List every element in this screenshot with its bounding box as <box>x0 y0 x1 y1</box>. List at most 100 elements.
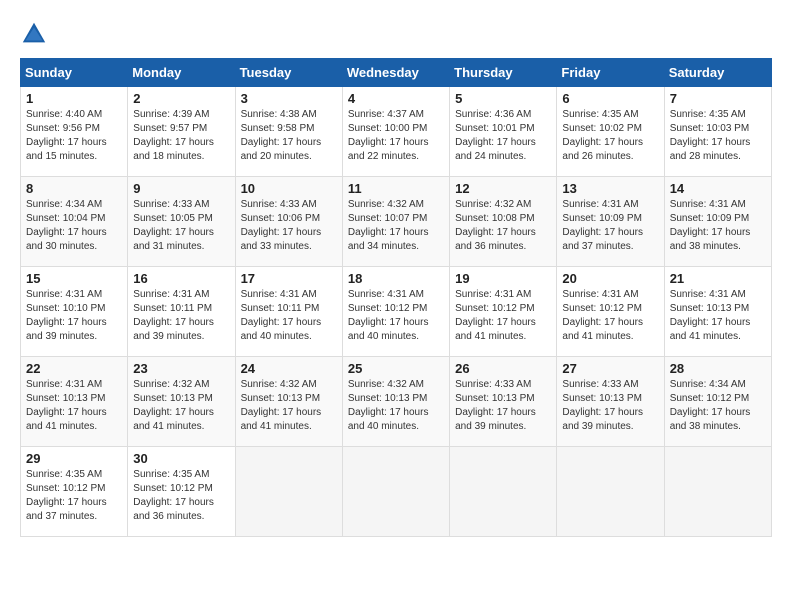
calendar-cell: 30Sunrise: 4:35 AMSunset: 10:12 PMDaylig… <box>128 447 235 537</box>
day-number: 7 <box>670 91 766 106</box>
day-number: 9 <box>133 181 229 196</box>
day-info: Sunrise: 4:35 AMSunset: 10:12 PMDaylight… <box>26 468 122 524</box>
column-header-saturday: Saturday <box>664 59 771 87</box>
calendar-cell <box>342 447 449 537</box>
calendar-cell <box>235 447 342 537</box>
calendar-cell: 2Sunrise: 4:39 AMSunset: 9:57 PMDaylight… <box>128 87 235 177</box>
day-number: 20 <box>562 271 658 286</box>
day-info: Sunrise: 4:31 AMSunset: 10:09 PMDaylight… <box>670 198 766 254</box>
column-header-friday: Friday <box>557 59 664 87</box>
calendar-cell: 24 Sunrise: 4:32 AMSunset: 10:13 PMDaylig… <box>235 357 342 447</box>
logo <box>20 20 52 48</box>
day-info: Sunrise: 4:31 AMSunset: 10:11 PMDaylight… <box>241 288 337 344</box>
day-number: 10 <box>241 181 337 196</box>
day-info: Sunrise: 4:32 AMSunset: 10:07 PMDaylight… <box>348 198 444 254</box>
day-info: Sunrise: 4:34 AMSunset: 10:04 PMDaylight… <box>26 198 122 254</box>
calendar-cell: 14 Sunrise: 4:31 AMSunset: 10:09 PMDaylig… <box>664 177 771 267</box>
calendar-cell: 15 Sunrise: 4:31 AMSunset: 10:10 PMDaylig… <box>21 267 128 357</box>
day-info: Sunrise: 4:32 AMSunset: 10:13 PMDaylight… <box>241 378 337 434</box>
calendar-cell: 5Sunrise: 4:36 AMSunset: 10:01 PMDayligh… <box>450 87 557 177</box>
day-info: Sunrise: 4:31 AMSunset: 10:10 PMDaylight… <box>26 288 122 344</box>
calendar-cell: 13 Sunrise: 4:31 AMSunset: 10:09 PMDaylig… <box>557 177 664 267</box>
calendar-cell: 23 Sunrise: 4:32 AMSunset: 10:13 PMDaylig… <box>128 357 235 447</box>
day-info: Sunrise: 4:31 AMSunset: 10:12 PMDaylight… <box>348 288 444 344</box>
calendar-cell: 10 Sunrise: 4:33 AMSunset: 10:06 PMDaylig… <box>235 177 342 267</box>
calendar-cell: 11 Sunrise: 4:32 AMSunset: 10:07 PMDaylig… <box>342 177 449 267</box>
day-info: Sunrise: 4:33 AMSunset: 10:06 PMDaylight… <box>241 198 337 254</box>
day-number: 18 <box>348 271 444 286</box>
calendar-cell <box>450 447 557 537</box>
calendar-cell: 1 Sunrise: 4:40 AMSunset: 9:56 PMDaylight… <box>21 87 128 177</box>
day-number: 14 <box>670 181 766 196</box>
day-info: Sunrise: 4:31 AMSunset: 10:13 PMDaylight… <box>26 378 122 434</box>
calendar-cell: 20 Sunrise: 4:31 AMSunset: 10:12 PMDaylig… <box>557 267 664 357</box>
logo-icon <box>20 20 48 48</box>
day-number: 23 <box>133 361 229 376</box>
calendar-cell: 7 Sunrise: 4:35 AMSunset: 10:03 PMDayligh… <box>664 87 771 177</box>
day-number: 22 <box>26 361 122 376</box>
day-number: 6 <box>562 91 658 106</box>
day-number: 29 <box>26 451 122 466</box>
day-info: Sunrise: 4:39 AMSunset: 9:57 PMDaylight:… <box>133 108 229 164</box>
calendar-week-row: 1 Sunrise: 4:40 AMSunset: 9:56 PMDaylight… <box>21 87 772 177</box>
day-info: Sunrise: 4:33 AMSunset: 10:05 PMDaylight… <box>133 198 229 254</box>
calendar-cell: 22 Sunrise: 4:31 AMSunset: 10:13 PMDaylig… <box>21 357 128 447</box>
day-number: 25 <box>348 361 444 376</box>
day-number: 28 <box>670 361 766 376</box>
calendar-cell: 29 Sunrise: 4:35 AMSunset: 10:12 PMDaylig… <box>21 447 128 537</box>
calendar-week-row: 8 Sunrise: 4:34 AMSunset: 10:04 PMDayligh… <box>21 177 772 267</box>
column-header-wednesday: Wednesday <box>342 59 449 87</box>
day-info: Sunrise: 4:40 AMSunset: 9:56 PMDaylight:… <box>26 108 122 164</box>
calendar-cell: 16 Sunrise: 4:31 AMSunset: 10:11 PMDaylig… <box>128 267 235 357</box>
day-number: 12 <box>455 181 551 196</box>
day-number: 13 <box>562 181 658 196</box>
day-number: 4 <box>348 91 444 106</box>
day-number: 24 <box>241 361 337 376</box>
calendar-cell: 19 Sunrise: 4:31 AMSunset: 10:12 PMDaylig… <box>450 267 557 357</box>
day-info: Sunrise: 4:34 AMSunset: 10:12 PMDaylight… <box>670 378 766 434</box>
day-info: Sunrise: 4:35 AMSunset: 10:02 PMDaylight… <box>562 108 658 164</box>
day-number: 17 <box>241 271 337 286</box>
day-number: 15 <box>26 271 122 286</box>
calendar-cell: 26Sunrise: 4:33 AMSunset: 10:13 PMDaylig… <box>450 357 557 447</box>
day-number: 16 <box>133 271 229 286</box>
day-info: Sunrise: 4:31 AMSunset: 10:12 PMDaylight… <box>562 288 658 344</box>
day-number: 19 <box>455 271 551 286</box>
column-header-monday: Monday <box>128 59 235 87</box>
calendar-week-row: 29 Sunrise: 4:35 AMSunset: 10:12 PMDaylig… <box>21 447 772 537</box>
day-info: Sunrise: 4:35 AMSunset: 10:12 PMDaylight… <box>133 468 229 524</box>
calendar-cell: 4Sunrise: 4:37 AMSunset: 10:00 PMDayligh… <box>342 87 449 177</box>
calendar-week-row: 15 Sunrise: 4:31 AMSunset: 10:10 PMDaylig… <box>21 267 772 357</box>
calendar-cell: 28 Sunrise: 4:34 AMSunset: 10:12 PMDaylig… <box>664 357 771 447</box>
day-info: Sunrise: 4:32 AMSunset: 10:08 PMDaylight… <box>455 198 551 254</box>
day-info: Sunrise: 4:35 AMSunset: 10:03 PMDaylight… <box>670 108 766 164</box>
calendar-cell: 12 Sunrise: 4:32 AMSunset: 10:08 PMDaylig… <box>450 177 557 267</box>
calendar-cell: 9 Sunrise: 4:33 AMSunset: 10:05 PMDayligh… <box>128 177 235 267</box>
day-info: Sunrise: 4:33 AMSunset: 10:13 PMDaylight… <box>562 378 658 434</box>
calendar-week-row: 22 Sunrise: 4:31 AMSunset: 10:13 PMDaylig… <box>21 357 772 447</box>
day-number: 3 <box>241 91 337 106</box>
column-header-sunday: Sunday <box>21 59 128 87</box>
day-info: Sunrise: 4:32 AMSunset: 10:13 PMDaylight… <box>348 378 444 434</box>
day-info: Sunrise: 4:31 AMSunset: 10:12 PMDaylight… <box>455 288 551 344</box>
calendar-cell: 3Sunrise: 4:38 AMSunset: 9:58 PMDaylight… <box>235 87 342 177</box>
calendar-cell <box>557 447 664 537</box>
day-number: 8 <box>26 181 122 196</box>
day-info: Sunrise: 4:32 AMSunset: 10:13 PMDaylight… <box>133 378 229 434</box>
column-header-tuesday: Tuesday <box>235 59 342 87</box>
day-info: Sunrise: 4:31 AMSunset: 10:09 PMDaylight… <box>562 198 658 254</box>
header <box>20 20 772 48</box>
day-info: Sunrise: 4:31 AMSunset: 10:11 PMDaylight… <box>133 288 229 344</box>
day-number: 11 <box>348 181 444 196</box>
day-info: Sunrise: 4:33 AMSunset: 10:13 PMDaylight… <box>455 378 551 434</box>
calendar-cell: 18 Sunrise: 4:31 AMSunset: 10:12 PMDaylig… <box>342 267 449 357</box>
day-info: Sunrise: 4:31 AMSunset: 10:13 PMDaylight… <box>670 288 766 344</box>
calendar-cell: 21 Sunrise: 4:31 AMSunset: 10:13 PMDaylig… <box>664 267 771 357</box>
day-number: 27 <box>562 361 658 376</box>
day-number: 5 <box>455 91 551 106</box>
calendar-header-row: SundayMondayTuesdayWednesdayThursdayFrid… <box>21 59 772 87</box>
day-number: 21 <box>670 271 766 286</box>
calendar-cell: 17 Sunrise: 4:31 AMSunset: 10:11 PMDaylig… <box>235 267 342 357</box>
day-number: 1 <box>26 91 122 106</box>
column-header-thursday: Thursday <box>450 59 557 87</box>
